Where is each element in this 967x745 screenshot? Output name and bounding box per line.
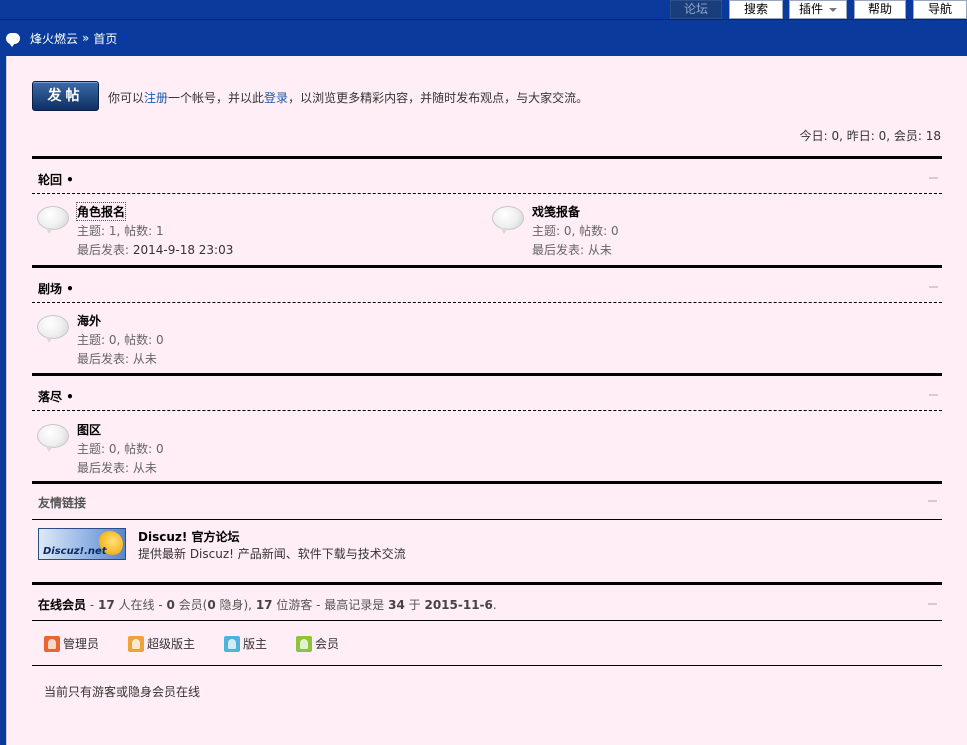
category-header: 落尽 • (32, 373, 942, 411)
home-bubble-icon[interactable] (6, 32, 20, 47)
intro-prefix: 你可以 (108, 91, 145, 105)
main-panel: 发帖 你可以注册一个帐号，并以此登录，以浏览更多精彩内容，并随时发布观点，与大家… (6, 56, 967, 745)
intro-suffix: ，以浏览更多精彩内容，并随时发布观点，与大家交流。 (288, 91, 589, 105)
last-post-label: 最后发表: (77, 461, 133, 475)
links-title: 友情链接 (38, 496, 87, 510)
welcome-text: 你可以注册一个帐号，并以此登录，以浏览更多精彩内容，并随时发布观点，与大家交流。 (108, 89, 588, 106)
moderator-user-icon (224, 635, 240, 652)
online-total-label: 人在线 - (114, 598, 167, 612)
no-member-text: 当前只有游客或隐身会员在线 (44, 685, 201, 699)
forum-counts: 主题: 0, 帖数: 0 (532, 224, 619, 238)
login-link[interactable]: 登录 (264, 91, 288, 105)
nav-forum-button[interactable]: 论坛 (670, 0, 722, 19)
category-title[interactable]: 轮回 • (38, 171, 74, 188)
forum-counts: 主题: 1, 帖数: 1 (77, 224, 164, 238)
last-post-value: 从未 (587, 243, 612, 257)
forum-item: 图区 主题: 0, 帖数: 0 最后发表: 从未 (32, 420, 452, 480)
last-post-label: 最后发表: (77, 243, 133, 257)
divider (32, 620, 942, 621)
forum-bubble-icon (37, 206, 69, 234)
category-header: 轮回 • (32, 156, 942, 194)
last-post-value: 从未 (132, 352, 157, 366)
nav-search-button[interactable]: 搜索 (729, 0, 783, 19)
chevron-down-icon (829, 7, 837, 12)
online-record-date: 2015-11-6 (424, 598, 493, 612)
new-post-button[interactable]: 发帖 (32, 81, 99, 111)
online-hidden-label: 隐身), (215, 598, 256, 612)
category-title[interactable]: 剧场 • (38, 280, 74, 297)
section-divider (32, 481, 942, 484)
forum-item: 角色报名 主题: 1, 帖数: 1 最后发表: 2014-9-18 23:03 (32, 202, 452, 262)
collapse-icon[interactable] (929, 394, 938, 396)
top-navbar: 论坛 搜索 插件 帮助 导航 (0, 0, 967, 20)
register-link[interactable]: 注册 (144, 91, 168, 105)
online-guests: 17 (255, 598, 273, 612)
section-divider (32, 582, 942, 585)
online-title[interactable]: 在线会员 (38, 598, 86, 612)
forum-bubble-icon (37, 315, 69, 343)
collapse-icon[interactable] (928, 603, 937, 605)
last-post-date-link[interactable]: 2014-9-18 23:03 (133, 243, 234, 257)
forum-last-post: 最后发表: 从未 (532, 241, 612, 258)
collapse-icon[interactable] (929, 177, 938, 179)
category-title[interactable]: 落尽 • (38, 388, 74, 405)
link-name[interactable]: Discuz! 官方论坛 (138, 528, 240, 545)
forum-counts: 主题: 0, 帖数: 0 (77, 442, 164, 456)
site-stats: 今日: 0, 昨日: 0, 会员: 18 (799, 129, 941, 143)
breadcrumb-separator: » (82, 31, 90, 45)
nav-help-button[interactable]: 帮助 (854, 0, 906, 19)
legend-moderator: 版主 (224, 635, 267, 652)
discuz-logo-text: Discuz!.net (43, 546, 107, 557)
divider (32, 519, 942, 520)
breadcrumb-current[interactable]: 首页 (93, 30, 117, 47)
breadcrumb: 烽火燃云 » 首页 (6, 28, 117, 48)
link-description: 提供最新 Discuz! 产品新闻、软件下载与技术交流 (138, 547, 406, 561)
online-record: 34 (388, 598, 405, 612)
legend-admin: 管理员 (44, 635, 99, 652)
online-guests-label: 位游客 - 最高记录是 (272, 598, 389, 612)
collapse-icon[interactable] (928, 500, 937, 502)
forum-last-post: 最后发表: 从未 (77, 350, 157, 367)
legend-label: 超级版主 (147, 637, 196, 651)
nav-navigation-button[interactable]: 导航 (913, 0, 967, 19)
forum-name-link[interactable]: 戏笺报备 (532, 203, 580, 220)
legend-label: 版主 (243, 637, 268, 651)
collapse-icon[interactable] (929, 286, 938, 288)
forum-bubble-icon (492, 206, 524, 234)
forum-last-post: 最后发表: 2014-9-18 23:03 (77, 241, 233, 258)
forum-name-link[interactable]: 图区 (77, 421, 101, 438)
nav-plugins-label: 插件 (798, 2, 823, 16)
online-dash: - (86, 598, 98, 612)
online-end: . (492, 598, 497, 612)
forum-name-link[interactable]: 海外 (77, 312, 101, 329)
legend-label: 会员 (315, 637, 340, 651)
discuz-logo[interactable]: Discuz!.net (38, 528, 126, 560)
forum-last-post: 最后发表: 从未 (77, 459, 157, 476)
online-members-label: 会员( (174, 598, 208, 612)
online-members: 0 (166, 598, 175, 612)
forum-item: 海外 主题: 0, 帖数: 0 最后发表: 从未 (32, 311, 452, 371)
forum-bubble-icon (37, 424, 69, 452)
online-total: 17 (97, 598, 115, 612)
member-user-icon (296, 635, 312, 652)
divider (32, 665, 942, 666)
online-summary: 在线会员 - 17 人在线 - 0 会员(0 隐身), 17 位游客 - 最高记… (38, 596, 497, 613)
admin-user-icon (44, 635, 60, 652)
forum-name-link[interactable]: 角色报名 (75, 202, 127, 221)
forum-counts: 主题: 0, 帖数: 0 (77, 333, 164, 347)
category-header: 剧场 • (32, 265, 942, 303)
legend-member: 会员 (296, 635, 339, 652)
online-hidden: 0 (207, 598, 216, 612)
last-post-value: 从未 (132, 461, 157, 475)
online-record-mid: 于 (404, 598, 425, 612)
intro-mid: 一个帐号，并以此 (168, 91, 265, 105)
nav-plugins-button[interactable]: 插件 (789, 0, 847, 19)
last-post-label: 最后发表: (532, 243, 588, 257)
super-moderator-user-icon (128, 635, 144, 652)
legend-label: 管理员 (63, 637, 100, 651)
last-post-label: 最后发表: (77, 352, 133, 366)
breadcrumb-site-link[interactable]: 烽火燃云 (30, 30, 78, 47)
forum-item: 戏笺报备 主题: 0, 帖数: 0 最后发表: 从未 (487, 202, 907, 262)
legend-super-moderator: 超级版主 (128, 635, 195, 652)
